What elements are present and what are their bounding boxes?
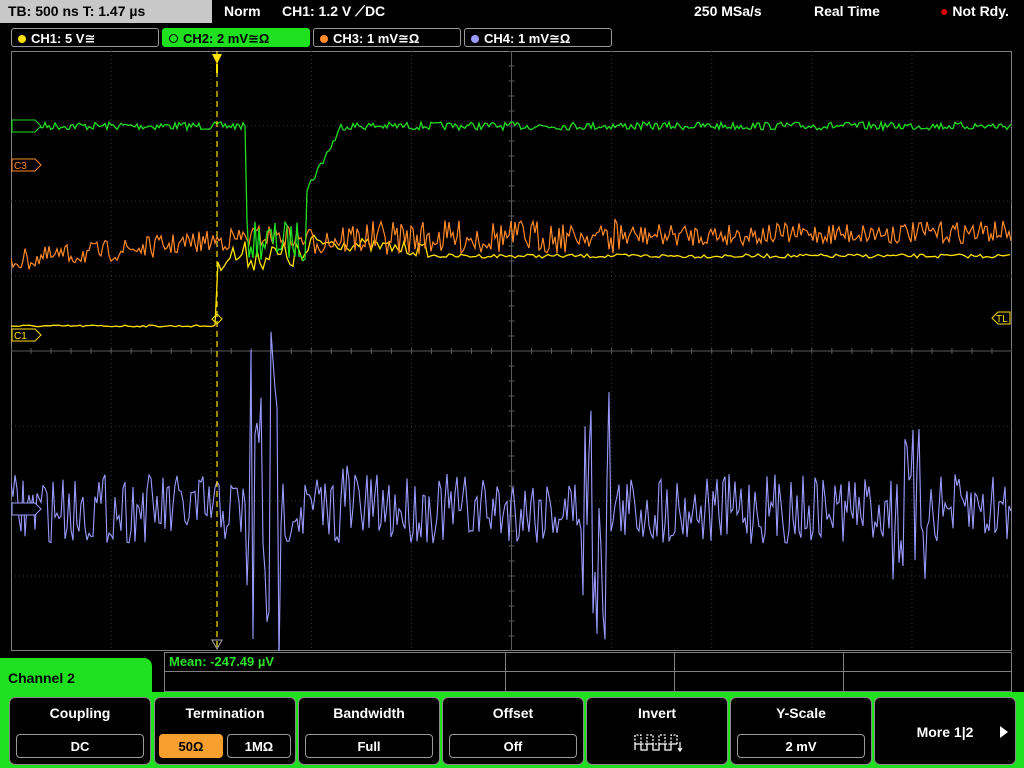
menu-title: Channel 2 — [0, 658, 152, 698]
ch2-dot-icon — [169, 34, 178, 43]
trigger-mode[interactable]: Norm — [224, 0, 261, 23]
arrow-right-icon — [1000, 726, 1008, 738]
svg-text:C1: C1 — [14, 331, 27, 342]
sample-rate: 250 MSa/s — [694, 3, 762, 19]
ch1-ground-marker[interactable]: C1 — [11, 328, 42, 342]
trigger-status: ● Not Rdy. — [940, 0, 1009, 23]
termination-key[interactable]: Termination 50Ω 1MΩ — [154, 697, 296, 765]
ch2-ground-marker[interactable] — [11, 119, 42, 133]
bandwidth-label: Bandwidth — [333, 705, 405, 721]
termination-label: Termination — [185, 705, 265, 721]
ch3-label: CH3: 1 mV≅Ω — [333, 31, 420, 46]
ch2-label: CH2: 2 mV≅Ω — [183, 31, 270, 46]
tab-ch1[interactable]: CH1: 5 V≅ — [11, 28, 159, 47]
bandwidth-key[interactable]: Bandwidth Full — [298, 697, 440, 765]
termination-1mohm[interactable]: 1MΩ — [227, 734, 291, 758]
offset-key[interactable]: Offset Off — [442, 697, 584, 765]
invert-key[interactable]: Invert — [586, 697, 728, 765]
yscale-value[interactable]: 2 mV — [737, 734, 865, 758]
timebase-readout[interactable]: TB: 500 ns T: 1.47 µs — [0, 0, 212, 23]
svg-text:TL: TL — [996, 314, 1008, 325]
trigger-source[interactable]: CH1: 1.2 V ⟋DC — [282, 0, 385, 23]
ch3-ground-marker[interactable]: C3 — [11, 158, 42, 172]
ch1-label: CH1: 5 V≅ — [31, 31, 96, 46]
ch4-label: CH4: 1 mV≅Ω — [484, 31, 571, 46]
trigger-status-text: Not Rdy. — [952, 3, 1009, 19]
bandwidth-value[interactable]: Full — [305, 734, 433, 758]
status-dot-icon: ● — [940, 3, 949, 19]
graticule-grid — [11, 51, 1012, 651]
ch4-dot-icon — [471, 35, 479, 43]
coupling-label: Coupling — [49, 705, 111, 721]
coupling-value[interactable]: DC — [16, 734, 144, 758]
ch4-ground-marker[interactable] — [11, 502, 42, 516]
tab-ch4[interactable]: CH4: 1 mV≅Ω — [464, 28, 612, 47]
invert-label: Invert — [637, 705, 677, 721]
offset-label: Offset — [492, 705, 534, 721]
ch3-dot-icon — [320, 35, 328, 43]
yscale-label: Y-Scale — [776, 705, 826, 721]
svg-text:C3: C3 — [14, 161, 27, 172]
coupling-key[interactable]: Coupling DC — [9, 697, 151, 765]
ch1-dot-icon — [18, 35, 26, 43]
invert-waveform-icon — [634, 734, 683, 753]
trigger-level-marker[interactable]: TL — [991, 311, 1011, 325]
offset-value[interactable]: Off — [449, 734, 577, 758]
more-key[interactable]: More 1|2 — [874, 697, 1016, 765]
ch1-trace — [11, 234, 1011, 328]
trigger-position-icon[interactable] — [212, 54, 222, 64]
measurement-panel — [164, 652, 1012, 692]
mean-measurement: Mean: -247.49 µV — [169, 654, 275, 669]
tab-ch2[interactable]: CH2: 2 mV≅Ω — [162, 28, 310, 47]
termination-50ohm[interactable]: 50Ω — [159, 734, 223, 758]
tab-ch3[interactable]: CH3: 1 mV≅Ω — [313, 28, 461, 47]
acquisition-mode: Real Time — [814, 3, 880, 19]
waveform-svg: C1 C3 TL — [11, 51, 1012, 651]
more-label: More 1|2 — [916, 724, 974, 740]
yscale-key[interactable]: Y-Scale 2 mV — [730, 697, 872, 765]
